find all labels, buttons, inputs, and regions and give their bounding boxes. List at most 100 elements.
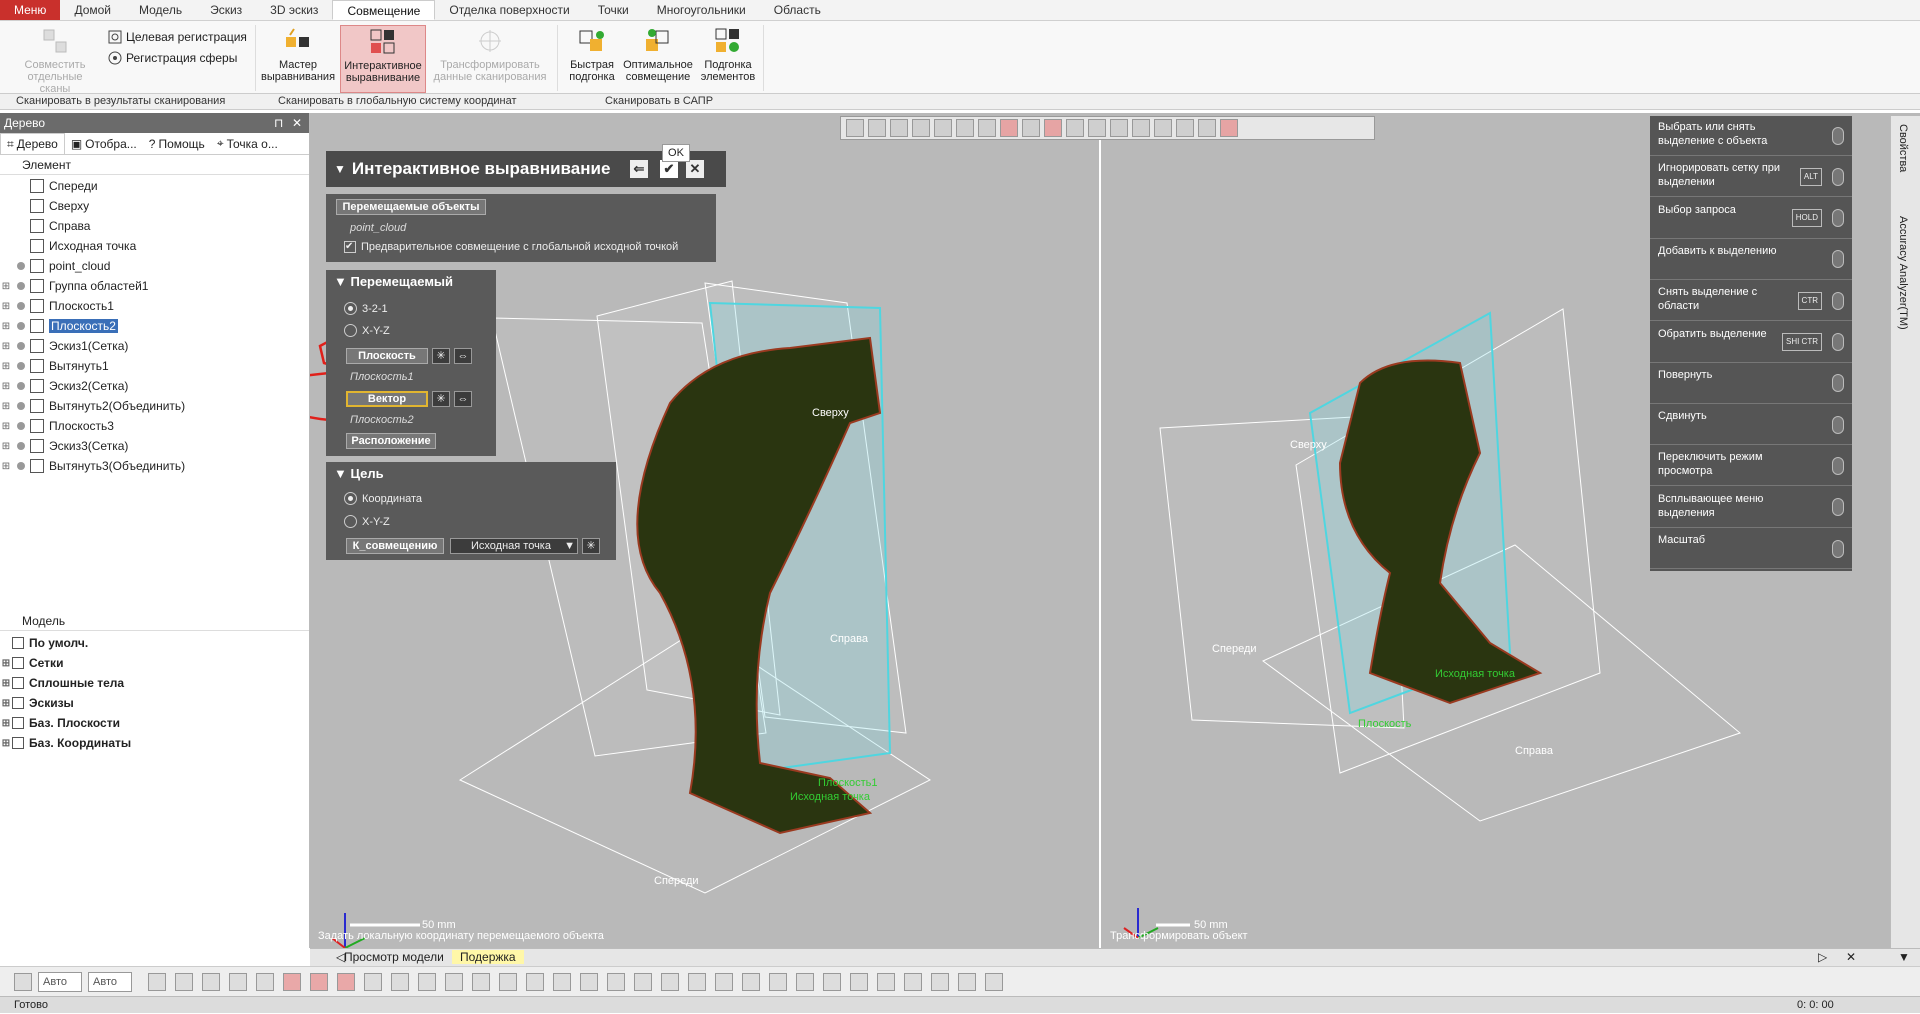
origin-pick-icon[interactable]: ✳: [582, 538, 600, 554]
eye-wire-icon[interactable]: [229, 973, 247, 991]
sect5-icon[interactable]: [769, 973, 787, 991]
tab-region[interactable]: Область: [760, 0, 835, 20]
select-circle-icon[interactable]: [1066, 119, 1084, 137]
select-poly-icon[interactable]: [1088, 119, 1106, 137]
select-free-icon[interactable]: [1110, 119, 1128, 137]
select-line-icon[interactable]: [1022, 119, 1040, 137]
accuracy-analyzer-tab[interactable]: Accuracy Analyzer(TM): [1897, 216, 1909, 330]
eye-x-icon[interactable]: [472, 973, 490, 991]
tab-menu[interactable]: Меню: [0, 0, 61, 20]
tree-item[interactable]: ⊞ Эскиз3(Сетка): [0, 436, 128, 456]
visibility-icon[interactable]: [17, 442, 25, 450]
eye-red2-icon[interactable]: [310, 973, 328, 991]
visibility-icon[interactable]: [17, 422, 25, 430]
sect3-icon[interactable]: [715, 973, 733, 991]
movable-objects-button[interactable]: Перемещаемые объекты: [336, 199, 486, 215]
globe-sel-icon[interactable]: [553, 973, 571, 991]
tree-item[interactable]: ⊞ Эскиз1(Сетка): [0, 336, 128, 356]
expand-icon[interactable]: ⊞: [0, 658, 12, 669]
radio-321[interactable]: [344, 302, 357, 315]
expand-icon[interactable]: ⊞: [0, 678, 12, 689]
auto-select-1[interactable]: Авто: [38, 972, 82, 992]
cube-cut-icon[interactable]: [850, 973, 868, 991]
ruler-icon[interactable]: [877, 973, 895, 991]
align-wizard-button[interactable]: Мастер выравнивания: [258, 25, 338, 93]
view-columns-icon[interactable]: [978, 119, 996, 137]
expand-icon[interactable]: ⊞: [0, 698, 12, 709]
view-globe-icon[interactable]: [846, 119, 864, 137]
option-321[interactable]: 3-2-1: [344, 302, 388, 315]
select-paint-icon[interactable]: [1154, 119, 1172, 137]
tree-item[interactable]: Справа: [0, 216, 90, 236]
select-rect-icon[interactable]: [1044, 119, 1062, 137]
properties-tab[interactable]: Свойства: [1897, 124, 1909, 172]
position-button[interactable]: Расположение: [346, 433, 436, 449]
visibility-icon[interactable]: [17, 302, 25, 310]
expand-icon[interactable]: ⊞: [0, 738, 12, 749]
prealign-row[interactable]: ✔ Предварительное совмещение с глобально…: [344, 241, 678, 253]
eye-cube-icon[interactable]: [256, 973, 274, 991]
visibility-icon[interactable]: [17, 382, 25, 390]
option-xyz[interactable]: X-Y-Z: [344, 324, 390, 337]
deviation-icon[interactable]: [958, 973, 976, 991]
eye-solid-icon[interactable]: [175, 973, 193, 991]
tree-item[interactable]: point_cloud: [0, 256, 110, 276]
measure-icon[interactable]: [823, 973, 841, 991]
radio-xyz[interactable]: [344, 324, 357, 337]
tree-item[interactable]: ⊞ Вытянуть3(Объединить): [0, 456, 185, 476]
expand-icon[interactable]: ⊞: [0, 301, 12, 312]
model-item[interactable]: ⊞ Эскизы: [0, 693, 74, 713]
tab-support[interactable]: Подержка: [452, 950, 524, 964]
tab-alignment[interactable]: Совмещение: [332, 0, 436, 20]
eye-red3-icon[interactable]: [337, 973, 355, 991]
select-extend-icon[interactable]: [1198, 119, 1216, 137]
visibility-icon[interactable]: [17, 462, 25, 470]
to-align-button[interactable]: К_совмещению: [346, 538, 444, 554]
target-coordinate-row[interactable]: Координата: [344, 492, 422, 505]
crosshair-icon[interactable]: [14, 973, 32, 991]
vector-flip-icon[interactable]: ⇔: [454, 391, 472, 407]
eye-points-icon[interactable]: [202, 973, 220, 991]
sect1-icon[interactable]: [661, 973, 679, 991]
tab-model[interactable]: Модель: [125, 0, 196, 20]
plane-flip-icon[interactable]: ⇔: [454, 348, 472, 364]
visibility-icon[interactable]: [17, 342, 25, 350]
sect2-icon[interactable]: [688, 973, 706, 991]
sphere-sel-icon[interactable]: [526, 973, 544, 991]
visible-only-icon[interactable]: [1220, 119, 1238, 137]
tree-item[interactable]: ⊞ Группа областей1: [0, 276, 148, 296]
combine-scans-button[interactable]: Совместить отдельные сканы: [20, 25, 90, 95]
view-cube-icon[interactable]: [868, 119, 886, 137]
expand-icon[interactable]: ⊞: [0, 341, 12, 352]
tree-item[interactable]: Сверху: [0, 196, 89, 216]
tree-item[interactable]: Исходная точка: [0, 236, 136, 256]
collapse-icon[interactable]: ▼: [334, 162, 346, 176]
plane-pick-icon[interactable]: ✳: [432, 348, 450, 364]
model-item[interactable]: ⊞ Баз. Плоскости: [0, 713, 120, 733]
tab-sketch[interactable]: Эскиз: [196, 0, 256, 20]
visibility-icon[interactable]: [17, 362, 25, 370]
expand-icon[interactable]: ⊞: [0, 718, 12, 729]
sect4-icon[interactable]: [742, 973, 760, 991]
interactive-align-button[interactable]: Интерактивное выравнивание: [340, 25, 426, 93]
best-fit-button[interactable]: Оптимальное совмещение: [622, 25, 694, 93]
expand-icon[interactable]: ⊞: [0, 421, 12, 432]
poly-sel-icon[interactable]: [607, 973, 625, 991]
visibility-icon[interactable]: [17, 262, 25, 270]
eye-sketch-icon[interactable]: [418, 973, 436, 991]
sphere-registration-button[interactable]: Регистрация сферы: [108, 49, 237, 67]
nav-right-icon[interactable]: ▷: [1810, 950, 1835, 964]
tree-item[interactable]: ⊞ Плоскость2: [0, 316, 118, 336]
menu-down-icon[interactable]: ▼: [1890, 950, 1918, 964]
target-registration-button[interactable]: Целевая регистрация: [108, 28, 247, 46]
expand-icon[interactable]: ⊞: [0, 281, 12, 292]
view-chair-icon[interactable]: [1000, 119, 1018, 137]
tree-item[interactable]: ⊞ Вытянуть2(Объединить): [0, 396, 185, 416]
visibility-checkbox-icon[interactable]: [12, 737, 24, 749]
visibility-icon[interactable]: [17, 402, 25, 410]
transform-scan-button[interactable]: Трансформировать данные сканирования: [430, 25, 550, 93]
model-item[interactable]: По умолч.: [0, 633, 88, 653]
tab-tree[interactable]: ⌗ Дерево: [0, 133, 65, 154]
film-icon[interactable]: [499, 973, 517, 991]
angle-icon[interactable]: [904, 973, 922, 991]
